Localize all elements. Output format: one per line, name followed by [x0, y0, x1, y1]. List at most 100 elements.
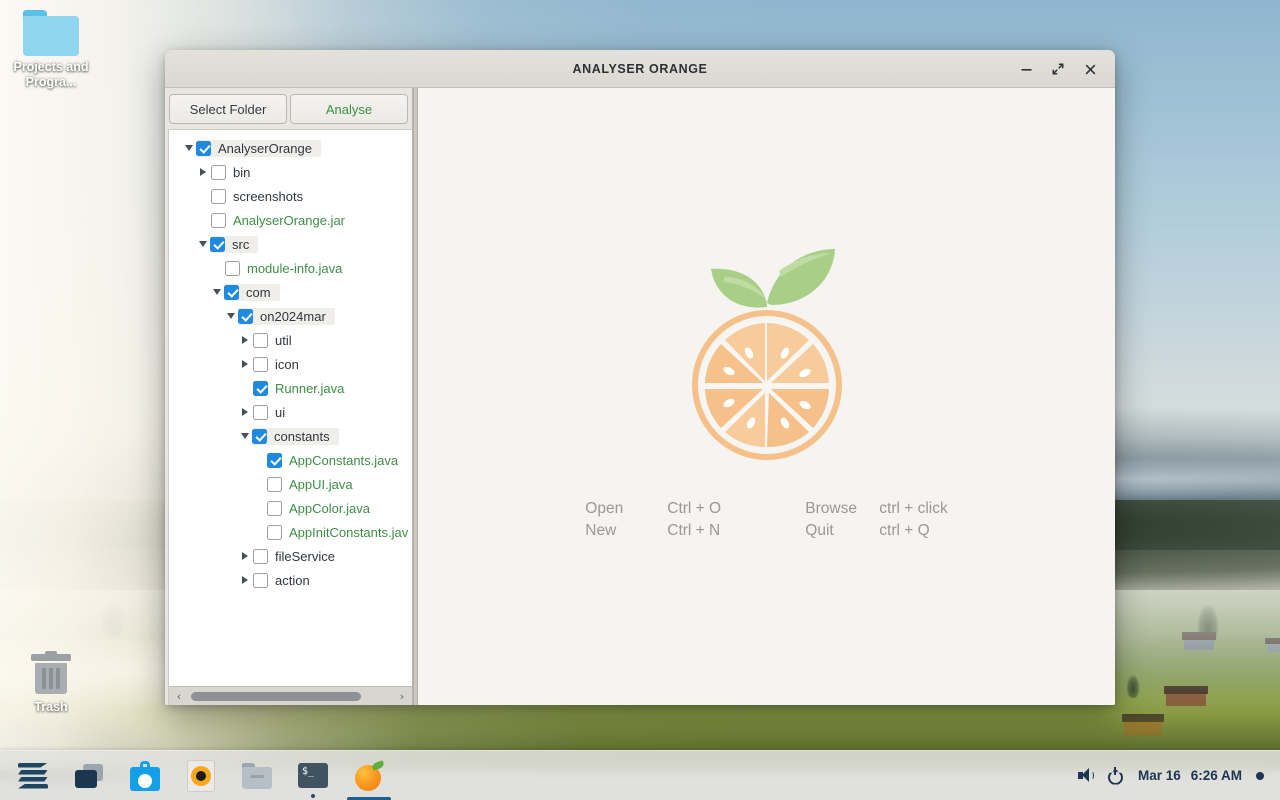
- chevron-right-icon[interactable]: [237, 400, 253, 424]
- tree-row[interactable]: screenshots: [169, 184, 412, 208]
- analyse-button[interactable]: Analyse: [290, 94, 408, 124]
- tree-row[interactable]: com: [169, 280, 412, 304]
- chevron-down-icon[interactable]: [181, 136, 197, 160]
- tree-item-label: Runner.java: [275, 380, 345, 396]
- tree-item-label: AppColor.java: [289, 500, 370, 516]
- tree-row[interactable]: AppColor.java: [169, 496, 412, 520]
- desktop-icon-label: Projects and Progra...: [13, 60, 89, 89]
- tree-checkbox[interactable]: [267, 452, 282, 468]
- tree-checkbox[interactable]: [253, 572, 268, 588]
- chevron-down-icon[interactable]: [195, 232, 211, 256]
- maximize-button[interactable]: [1043, 56, 1073, 82]
- keyboard-shortcuts: Open Ctrl + O Browse ctrl + click New Ct…: [585, 498, 947, 542]
- tree-item-label: on2024mar: [260, 308, 326, 324]
- tree-row[interactable]: bin: [169, 160, 412, 184]
- scrollbar-track[interactable]: [187, 691, 394, 701]
- tree-item-label: action: [275, 572, 310, 588]
- chevron-down-icon[interactable]: [223, 304, 239, 328]
- tree-row-content: util: [253, 332, 296, 348]
- horizontal-scrollbar[interactable]: ‹ ›: [169, 686, 412, 705]
- power-button[interactable]: [1107, 766, 1124, 785]
- tree-checkbox[interactable]: [225, 260, 240, 276]
- system-tray: [1077, 766, 1124, 785]
- running-indicator: [311, 793, 315, 798]
- tree-checkbox[interactable]: [253, 404, 268, 420]
- tree-row[interactable]: constants: [169, 424, 412, 448]
- tree-checkbox[interactable]: [211, 212, 226, 228]
- clock-date: Mar 16: [1137, 768, 1181, 783]
- shortcut-keys: ctrl + Q: [879, 522, 930, 539]
- tree-item-label: AnalyserOrange.jar: [233, 212, 345, 228]
- chevron-right-icon[interactable]: [195, 160, 211, 184]
- close-button[interactable]: [1075, 56, 1105, 82]
- volume-button[interactable]: [1077, 768, 1095, 783]
- minimize-button[interactable]: [1011, 56, 1041, 82]
- tree-checkbox[interactable]: [267, 524, 282, 540]
- taskbar-item-software-store[interactable]: [122, 753, 168, 799]
- taskbar-item-analyser-orange[interactable]: [346, 753, 392, 800]
- tree-row[interactable]: src: [169, 232, 412, 256]
- taskbar-item-music-player[interactable]: [178, 753, 224, 799]
- tree-row[interactable]: ui: [169, 400, 412, 424]
- tree-row[interactable]: on2024mar: [169, 304, 412, 328]
- tree-item-label: screenshots: [233, 188, 304, 204]
- chevron-down-icon[interactable]: [237, 424, 253, 448]
- scrollbar-thumb[interactable]: [191, 691, 361, 701]
- window-titlebar[interactable]: ANALYSER ORANGE: [165, 50, 1115, 88]
- tree-checkbox[interactable]: [253, 380, 268, 396]
- chevron-down-icon[interactable]: [209, 280, 225, 304]
- tree-row[interactable]: AnalyserOrange.jar: [169, 208, 412, 232]
- tree-row[interactable]: action: [169, 568, 412, 592]
- taskbar-item-files[interactable]: [234, 753, 280, 799]
- scroll-right-icon[interactable]: ›: [394, 688, 410, 705]
- tree-row[interactable]: Runner.java: [169, 376, 412, 400]
- tree-checkbox[interactable]: [253, 332, 268, 348]
- file-tree[interactable]: AnalyserOrange bin screenshots AnalyserOran…: [169, 130, 412, 686]
- tree-checkbox[interactable]: [211, 164, 226, 180]
- tree-row[interactable]: icon: [169, 352, 412, 376]
- tree-row-content: AppUI.java: [267, 476, 357, 492]
- clock[interactable]: Mar 16 6:26 AM: [1138, 768, 1242, 783]
- power-icon: [1107, 766, 1124, 785]
- tree-checkbox[interactable]: [253, 548, 268, 564]
- tree-item-label: icon: [275, 356, 299, 372]
- tree-item-label: AppUI.java: [289, 476, 353, 492]
- taskbar-item-terminal[interactable]: $_: [290, 753, 336, 799]
- tree-checkbox[interactable]: [267, 500, 282, 516]
- tree-row-content: fileService: [253, 548, 339, 564]
- taskbar: $_ Mar 16 6:26 AM: [0, 750, 1280, 800]
- chevron-right-icon[interactable]: [237, 568, 253, 592]
- tree-row[interactable]: AppInitConstants.jav: [169, 520, 412, 544]
- chevron-right-icon[interactable]: [237, 352, 253, 376]
- tree-checkbox[interactable]: [210, 236, 225, 252]
- tree-row[interactable]: AppConstants.java: [169, 448, 412, 472]
- tree-row[interactable]: AppUI.java: [169, 472, 412, 496]
- tree-row[interactable]: util: [169, 328, 412, 352]
- notifications-indicator[interactable]: [1256, 771, 1264, 780]
- chevron-right-icon[interactable]: [237, 544, 253, 568]
- file-tree-pane: Select Folder Analyse AnalyserOrange bin s…: [165, 88, 413, 705]
- taskbar-item-zorin-menu[interactable]: [10, 753, 56, 799]
- tree-checkbox[interactable]: [224, 284, 239, 300]
- tree-checkbox[interactable]: [253, 356, 268, 372]
- music-player-icon: [187, 759, 215, 792]
- tree-checkbox[interactable]: [252, 428, 267, 444]
- scroll-left-icon[interactable]: ‹: [171, 688, 187, 705]
- desktop-icon-projects-folder[interactable]: Projects and Progra...: [2, 10, 100, 90]
- tree-item-label: AppConstants.java: [289, 452, 399, 468]
- tree-checkbox[interactable]: [238, 308, 253, 324]
- tree-row[interactable]: fileService: [169, 544, 412, 568]
- select-folder-button[interactable]: Select Folder: [169, 94, 287, 124]
- tree-item-label: AppInitConstants.jav: [289, 524, 409, 540]
- tree-row[interactable]: module-info.java: [169, 256, 412, 280]
- tree-row[interactable]: AnalyserOrange: [169, 136, 412, 160]
- chevron-right-icon[interactable]: [237, 328, 253, 352]
- tree-row-content: screenshots: [211, 188, 307, 204]
- desktop-icon-trash[interactable]: Trash: [2, 651, 100, 715]
- tree-checkbox[interactable]: [267, 476, 282, 492]
- shortcut-action: Quit: [805, 522, 834, 539]
- taskbar-item-task-view[interactable]: [66, 753, 112, 799]
- tree-checkbox[interactable]: [196, 140, 211, 156]
- tree-checkbox[interactable]: [211, 188, 226, 204]
